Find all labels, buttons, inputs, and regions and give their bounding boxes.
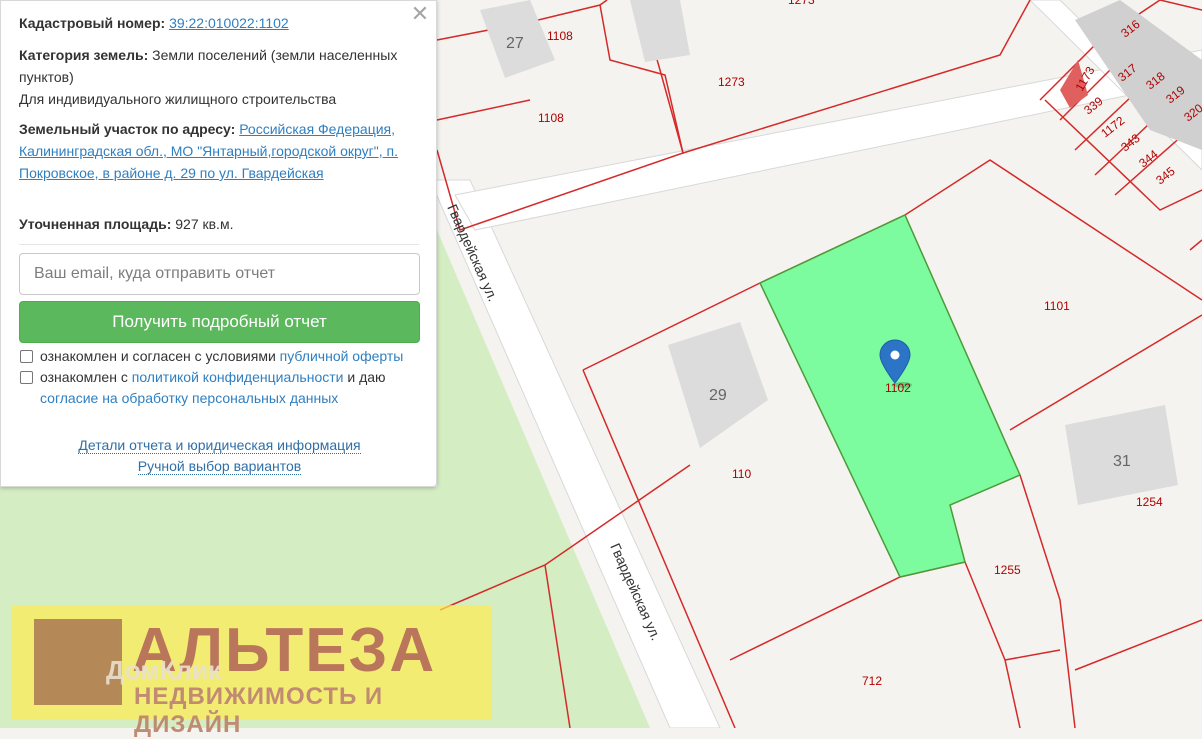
- parcel-number: 1273: [718, 75, 745, 89]
- email-input[interactable]: [19, 253, 420, 295]
- parcel-number: 1255: [994, 563, 1021, 577]
- offer-consent-text: ознакомлен и согласен с условиями: [40, 348, 280, 364]
- parcel-number: 1108: [547, 29, 573, 43]
- watermark-overlay: ДомКлик: [106, 655, 221, 685]
- privacy-consent-tail: и даю: [343, 369, 386, 385]
- area-label: Уточненная площадь:: [19, 216, 172, 232]
- personal-data-link[interactable]: согласие на обработку персональных данны…: [40, 390, 338, 406]
- parcel-number: 110: [732, 467, 751, 481]
- category-row: Категория земель: Земли поселений (земли…: [19, 44, 419, 88]
- building-number: 27: [506, 35, 524, 52]
- privacy-policy-link[interactable]: политикой конфиденциальности: [132, 369, 344, 385]
- parcel-info-panel: ✕ Кадастровый номер: 39:22:010022:1102 К…: [0, 0, 437, 487]
- divider: [19, 244, 419, 245]
- public-offer-link[interactable]: публичной оферты: [280, 348, 404, 364]
- cadastral-row: Кадастровый номер: 39:22:010022:1102: [19, 12, 419, 34]
- building-number: 29: [709, 387, 727, 404]
- address-label: Земельный участок по адресу:: [19, 121, 236, 137]
- offer-consent-checkbox[interactable]: [20, 350, 33, 363]
- cadastral-number-link[interactable]: 39:22:010022:1102: [169, 15, 289, 31]
- parcel-number: 1101: [1044, 299, 1070, 313]
- parcel-number: 1254: [1136, 495, 1163, 509]
- privacy-consent-text: ознакомлен с: [40, 369, 132, 385]
- report-details-link[interactable]: Детали отчета и юридическая информация: [78, 437, 361, 454]
- area-row: Уточненная площадь: 927 кв.м.: [19, 213, 419, 235]
- area-value: 927 кв.м.: [175, 216, 234, 232]
- personal-data-consent-line: согласие на обработку персональных данны…: [40, 388, 338, 409]
- privacy-consent-label: ознакомлен с политикой конфиденциальност…: [40, 367, 386, 388]
- get-report-button[interactable]: Получить подробный отчет: [19, 301, 420, 343]
- manual-selection-link[interactable]: Ручной выбор вариантов: [137, 458, 302, 475]
- parcel-number: 712: [862, 674, 882, 688]
- offer-consent-label: ознакомлен и согласен с условиями публич…: [40, 346, 403, 367]
- cadastral-label: Кадастровый номер:: [19, 15, 166, 31]
- watermark-tagline: НЕДВИЖИМОСТЬ И ДИЗАЙН: [134, 683, 384, 738]
- watermark: АЛЬТЕЗА ДомКлик НЕДВИЖИМОСТЬ И ДИЗАЙН: [12, 605, 492, 738]
- manual-row: Ручной выбор вариантов: [1, 458, 438, 475]
- privacy-consent-checkbox[interactable]: [20, 371, 33, 384]
- building-number: 31: [1113, 453, 1131, 470]
- parcel-number: 1273: [788, 0, 815, 7]
- details-row: Детали отчета и юридическая информация: [1, 437, 438, 454]
- parcel-number: 1108: [538, 111, 564, 125]
- address-row: Земельный участок по адресу: Российская …: [19, 118, 419, 184]
- usage-text: Для индивидуального жилищного строительс…: [19, 91, 337, 107]
- category-label: Категория земель:: [19, 47, 149, 63]
